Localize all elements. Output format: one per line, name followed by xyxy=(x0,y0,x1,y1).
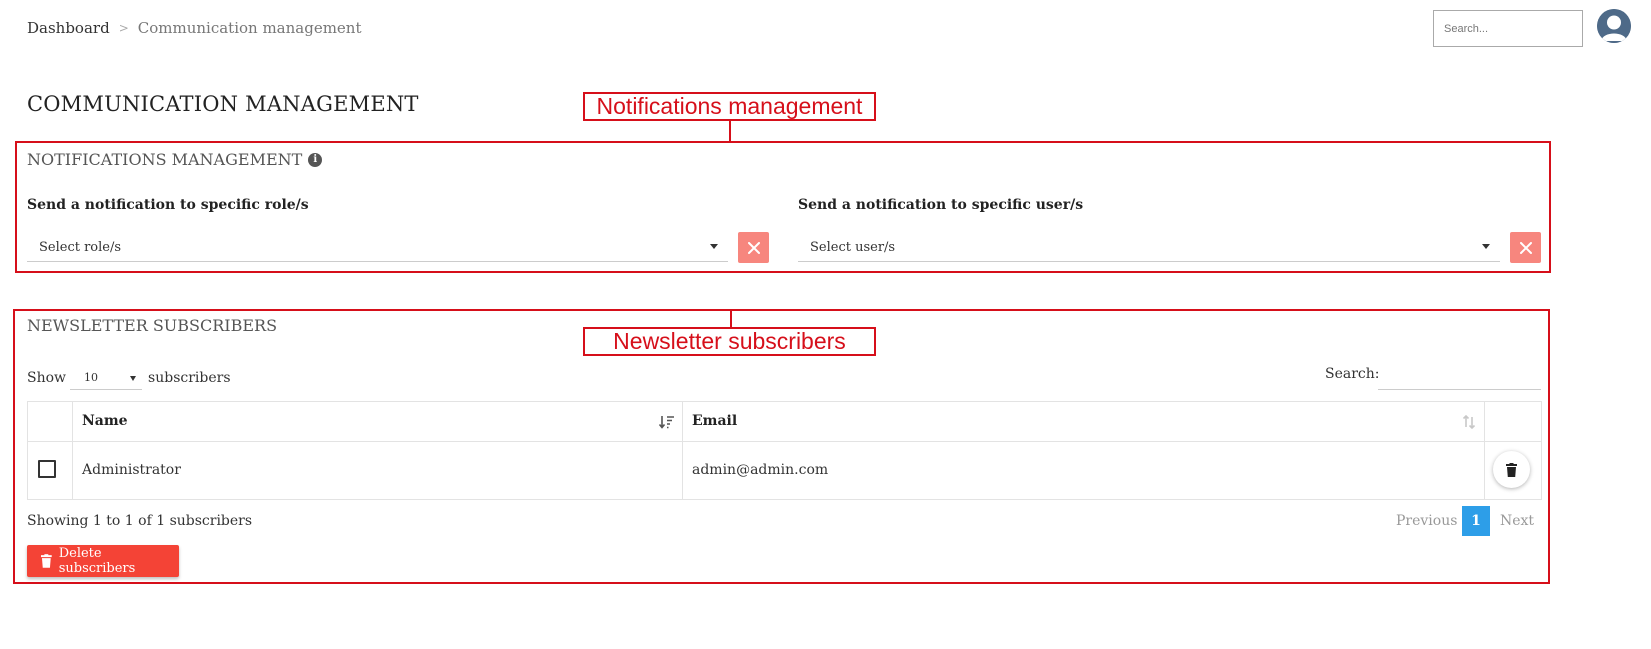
pagination-previous[interactable]: Previous xyxy=(1396,513,1457,529)
cell-email: admin@admin.com xyxy=(692,462,829,478)
column-divider xyxy=(682,402,683,499)
newsletter-callout-label: Newsletter subscribers xyxy=(583,327,876,356)
delete-subscribers-label: Delete subscribers xyxy=(58,546,136,576)
notifications-section-title: NOTIFICATIONS MANAGEMENT i xyxy=(27,150,323,169)
clear-roles-button[interactable] xyxy=(738,232,769,263)
breadcrumb-current: Communication management xyxy=(137,19,362,37)
notifications-callout-label: Notifications management xyxy=(583,92,876,121)
header-search-input[interactable] xyxy=(1433,10,1583,47)
trash-icon xyxy=(41,554,52,568)
close-icon xyxy=(1519,241,1532,254)
delete-subscribers-button[interactable]: Delete subscribers xyxy=(27,545,179,577)
user-avatar-icon xyxy=(1597,9,1631,43)
table-info: Showing 1 to 1 of 1 subscribers xyxy=(27,513,253,529)
sort-ascending-icon[interactable] xyxy=(659,415,675,429)
trash-icon xyxy=(1506,462,1517,477)
page-length-control: Show 10 subscribers xyxy=(27,366,231,390)
users-label: Send a notification to specific user/s xyxy=(798,197,1084,213)
header-divider xyxy=(28,441,1541,442)
column-header-email[interactable]: Email xyxy=(692,413,737,429)
column-divider xyxy=(1484,402,1485,499)
roles-label: Send a notification to specific role/s xyxy=(27,197,309,213)
cell-name: Administrator xyxy=(82,462,181,478)
row-checkbox[interactable] xyxy=(38,460,56,478)
avatar[interactable] xyxy=(1597,9,1631,43)
show-label: Show xyxy=(27,370,67,386)
column-header-name[interactable]: Name xyxy=(82,413,128,429)
table-search-label: Search: xyxy=(1325,366,1380,382)
entries-label: subscribers xyxy=(148,370,231,386)
breadcrumb: Dashboard > Communication management xyxy=(27,19,362,37)
breadcrumb-separator: > xyxy=(118,21,129,35)
pagination-page-1[interactable]: 1 xyxy=(1462,506,1490,536)
chevron-down-icon xyxy=(710,244,718,249)
breadcrumb-dashboard-link[interactable]: Dashboard xyxy=(27,19,110,37)
clear-users-button[interactable] xyxy=(1510,232,1541,263)
subscribers-table: Name Email Administrator admin@admin.com xyxy=(27,401,1542,500)
sort-icon[interactable] xyxy=(1462,415,1476,429)
users-select-placeholder: Select user/s xyxy=(810,239,896,255)
row-delete-button[interactable] xyxy=(1493,451,1530,488)
roles-select-placeholder: Select role/s xyxy=(39,239,122,255)
notifications-callout-connector xyxy=(729,120,731,142)
newsletter-callout-connector xyxy=(730,311,732,328)
pagination-next[interactable]: Next xyxy=(1500,513,1534,529)
roles-select[interactable]: Select role/s xyxy=(27,233,728,262)
info-icon[interactable]: i xyxy=(308,152,323,167)
chevron-down-icon xyxy=(1482,244,1490,249)
page-length-select[interactable]: 10 xyxy=(70,366,143,390)
close-icon xyxy=(747,241,760,254)
page-length-value: 10 xyxy=(84,371,99,384)
table-search-input[interactable] xyxy=(1378,364,1541,390)
column-divider xyxy=(72,402,73,499)
chevron-down-icon xyxy=(130,376,137,381)
users-select[interactable]: Select user/s xyxy=(798,233,1500,262)
page-title: COMMUNICATION MANAGEMENT xyxy=(27,92,419,116)
newsletter-section-title: NEWSLETTER SUBSCRIBERS xyxy=(27,316,278,335)
notifications-title-text: NOTIFICATIONS MANAGEMENT xyxy=(27,150,303,169)
